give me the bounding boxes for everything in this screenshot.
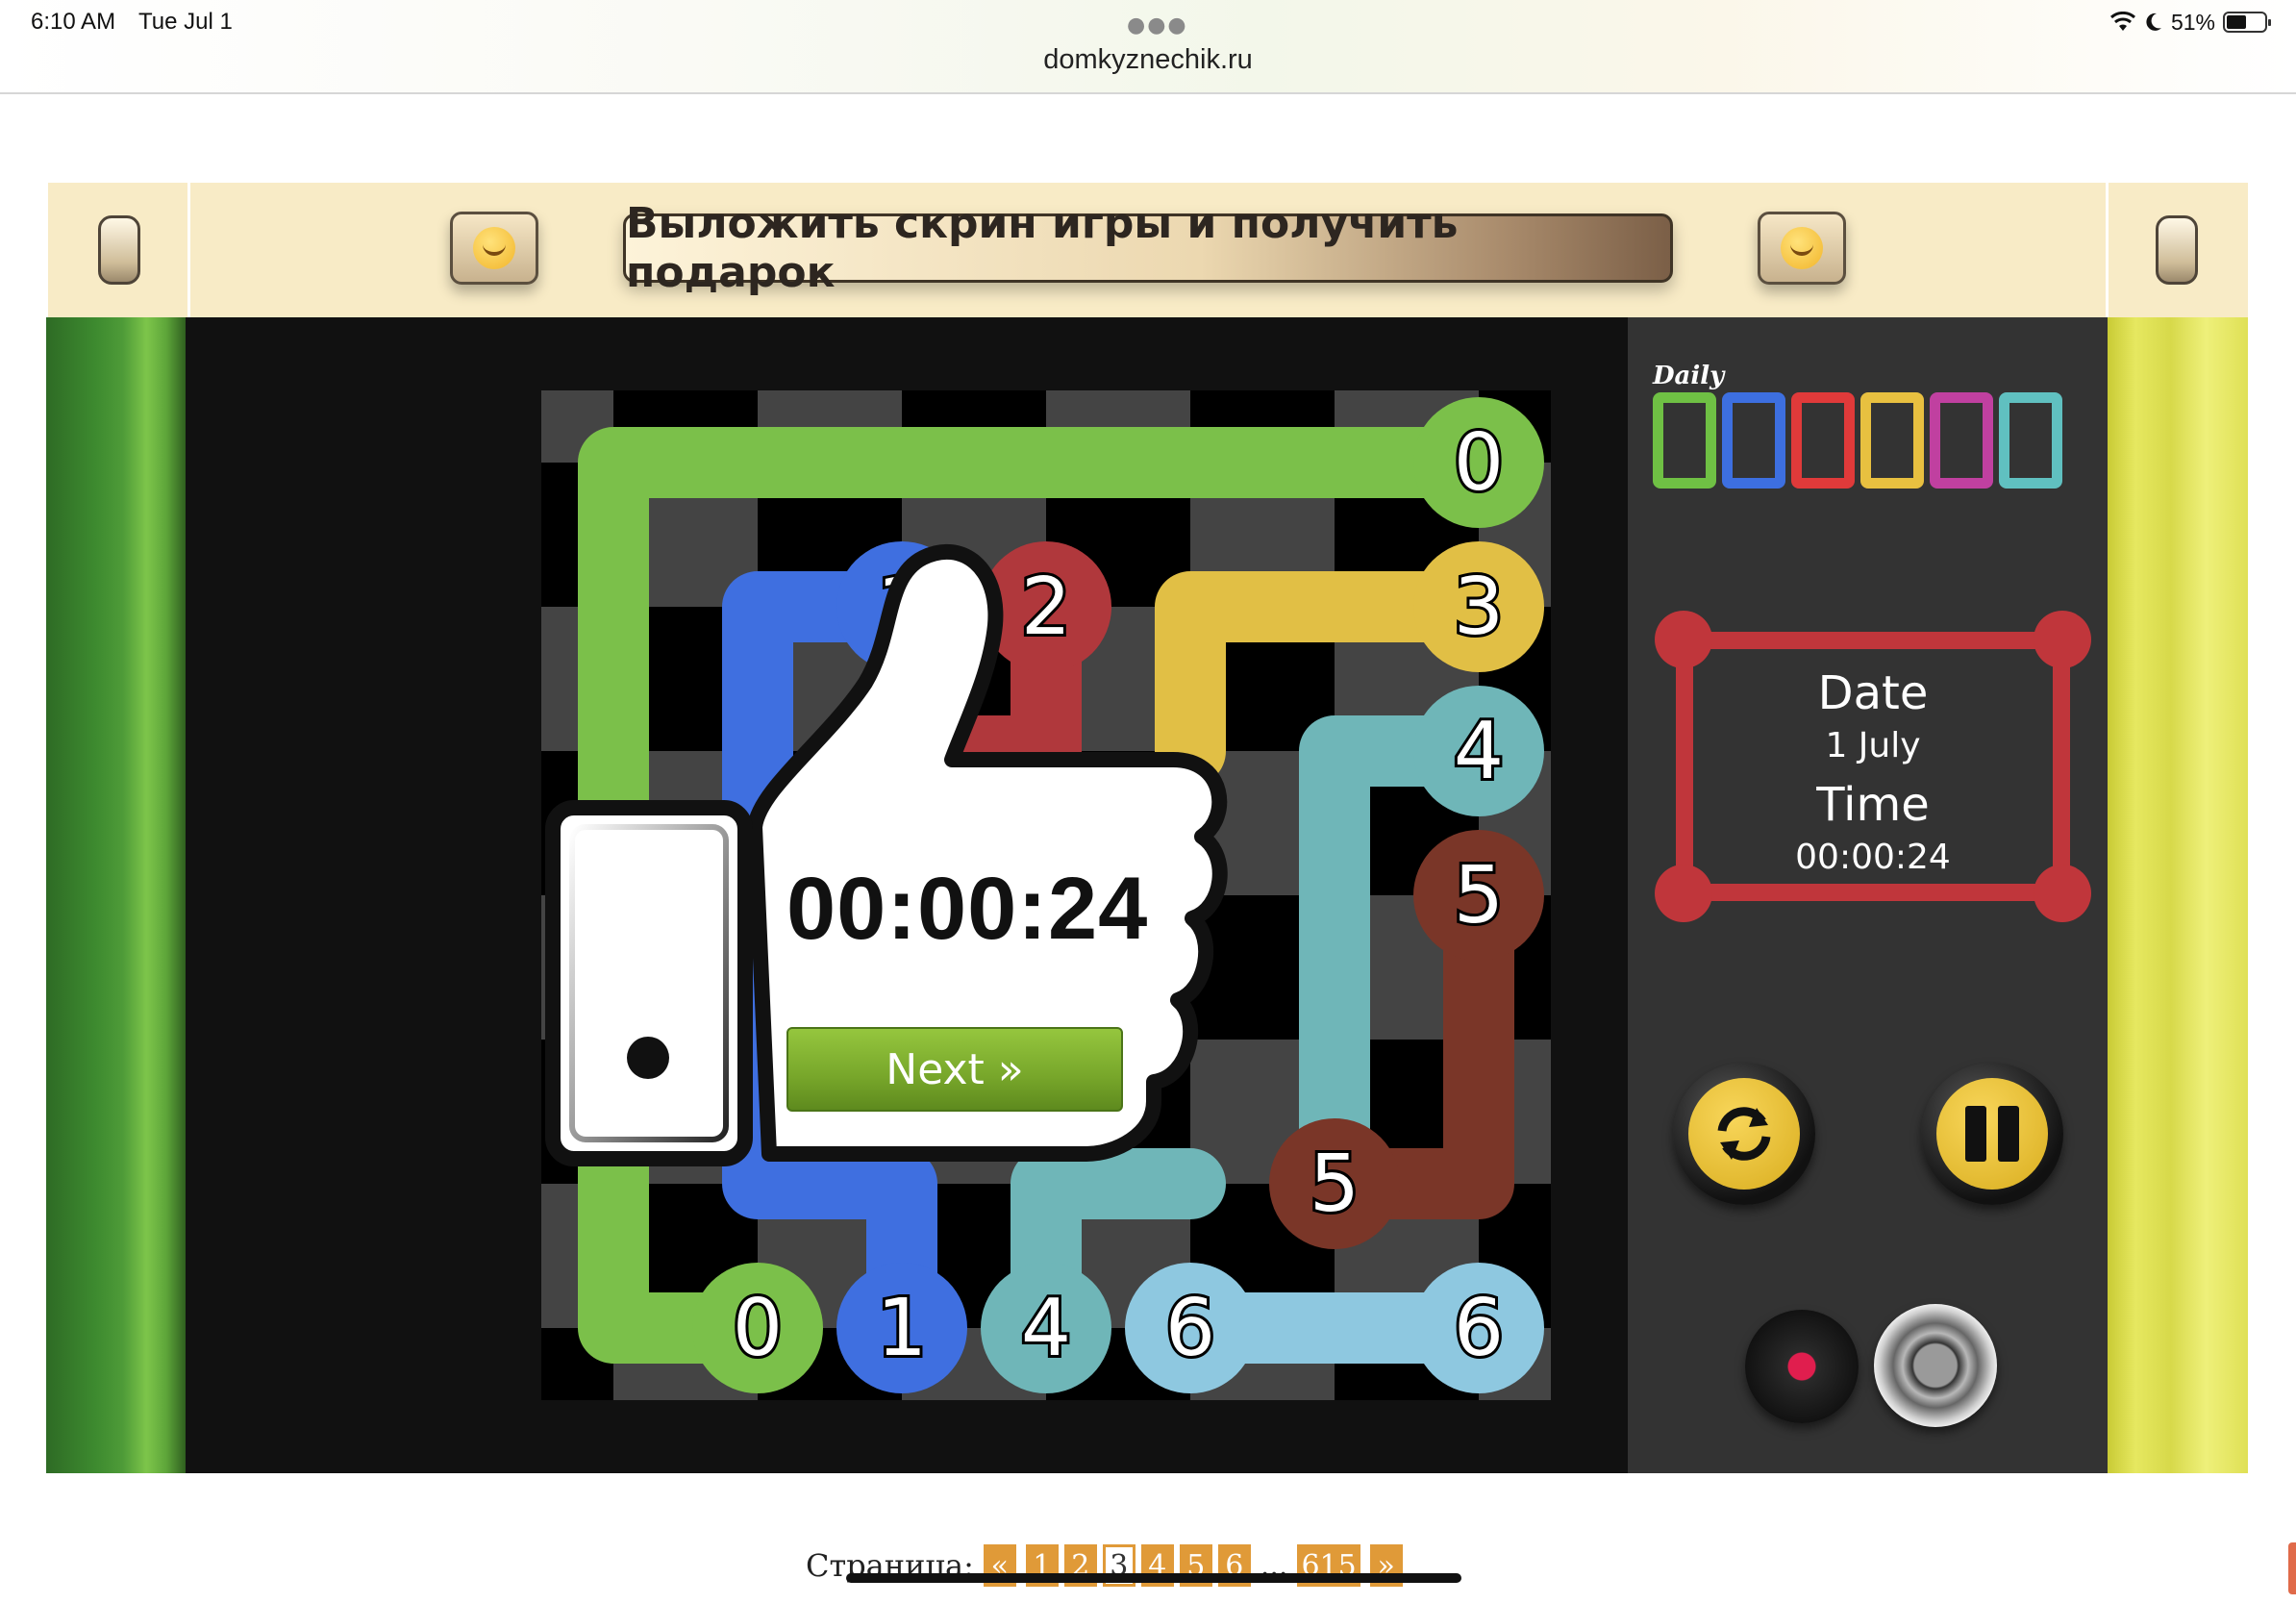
time-label: Time — [1816, 778, 1930, 832]
pause-button[interactable] — [1921, 1063, 2063, 1205]
thumb-cuff — [545, 800, 753, 1166]
completion-timer: 00:00:24 — [786, 860, 1149, 958]
status-right: 51% — [2109, 8, 2271, 37]
banner: Выложить скрин игры и получить подарок — [48, 183, 2248, 317]
share-screenshot-button[interactable]: Выложить скрин игры и получить подарок — [623, 199, 1673, 297]
date-value: 1 July — [1825, 726, 1921, 765]
multitask-dots-icon[interactable]: ●●● — [1127, 13, 1188, 38]
endpoint-label: 3 — [1454, 562, 1504, 653]
endpoint-label: 5 — [1310, 1139, 1360, 1230]
hug-emoji-button-left[interactable] — [450, 212, 538, 285]
battery-percent: 51% — [2170, 9, 2215, 35]
date-time-box: Date 1 July Time 00:00:24 — [1655, 611, 2091, 922]
endpoint-label: 4 — [1021, 1283, 1071, 1374]
logo-letter: R — [1791, 392, 1855, 489]
restart-button[interactable] — [1673, 1063, 1815, 1205]
endpoint-label: 6 — [1454, 1283, 1504, 1374]
address-url[interactable]: domkyznechik.ru — [0, 44, 2296, 76]
time-value: 00:00:24 — [1795, 838, 1951, 877]
restart-icon — [1717, 1107, 1771, 1161]
box-corner — [1655, 611, 1712, 668]
endpoint-label: 0 — [733, 1283, 783, 1374]
edge-tab[interactable] — [2288, 1542, 2296, 1594]
endpoint-label: 5 — [1454, 850, 1504, 941]
status-time: 6:10 AM — [31, 9, 116, 35]
pause-icon — [1959, 1106, 2025, 1162]
date-label: Date — [1817, 666, 1929, 720]
banner-right-pill — [2156, 215, 2198, 285]
music-toggle-icon[interactable] — [1745, 1310, 1859, 1423]
logo-letter: S — [1653, 392, 1716, 489]
hugging-face-icon — [1781, 227, 1823, 269]
green-wall-left — [46, 317, 186, 1473]
side-panel: Daily STREAM Date 1 July Time 00:00:24 — [1628, 317, 2108, 1473]
logo-letter: A — [1930, 392, 1993, 489]
status-date: Tue Jul 1 — [138, 9, 233, 35]
endpoint-label: 1 — [877, 1283, 927, 1374]
logo-stream: STREAM — [1653, 392, 2062, 498]
hugging-face-icon — [473, 227, 515, 269]
yellow-wall-right — [2108, 317, 2248, 1473]
moon-icon — [2146, 13, 2161, 31]
status-bar: 6:10 AM Tue Jul 1 ●●● 51% domkyznechik.r… — [0, 0, 2296, 94]
banner-left-pill — [98, 215, 140, 285]
endpoint-label: 0 — [1454, 417, 1504, 509]
logo-daily: Daily — [1653, 362, 1725, 390]
box-corner — [2034, 611, 2091, 668]
next-level-button[interactable]: Next » — [786, 1027, 1123, 1112]
battery-icon — [2223, 12, 2271, 33]
banner-divider — [187, 183, 190, 317]
cuff-button-icon — [627, 1037, 669, 1079]
logo-letter: E — [1860, 392, 1924, 489]
sound-toggle-icon[interactable] — [1874, 1304, 1997, 1427]
endpoint-label: 6 — [1165, 1283, 1215, 1374]
hug-emoji-button-right[interactable] — [1758, 212, 1846, 285]
banner-divider — [2106, 183, 2109, 317]
logo-letter: M — [1999, 392, 2062, 489]
wifi-icon — [2109, 12, 2135, 31]
endpoint-label: 4 — [1454, 706, 1504, 797]
logo-letter: T — [1722, 392, 1785, 489]
home-indicator — [846, 1573, 1461, 1583]
